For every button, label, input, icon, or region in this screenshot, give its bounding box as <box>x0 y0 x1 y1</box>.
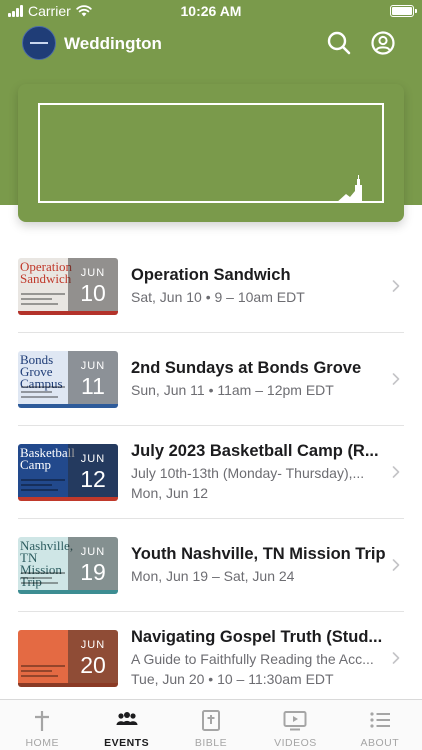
thumbnail-detail-lines <box>21 476 65 491</box>
event-thumbnail: Basketball Camp JUN 12 <box>18 444 118 501</box>
chevron-right-icon <box>392 280 400 292</box>
event-text: Youth Nashville, TN Mission Trip Mon, Jun… <box>131 545 387 584</box>
thumbnail-date-overlay: JUN 20 <box>68 630 118 683</box>
tab-videos[interactable]: VIDEOS <box>253 700 337 750</box>
tab-bible[interactable]: BIBLE <box>169 700 253 750</box>
event-title: July 2023 Basketball Camp (R... <box>131 442 379 460</box>
tab-label: ABOUT <box>360 737 400 749</box>
tab-label: HOME <box>25 737 59 749</box>
thumbnail-date-overlay: JUN 12 <box>68 444 118 497</box>
battery-level <box>392 7 412 15</box>
event-description: A Guide to Faithfully Reading the Acc... <box>131 651 374 667</box>
chevron-right-icon <box>392 466 400 478</box>
church-icon <box>336 175 362 203</box>
event-description: July 10th-13th (Monday- Thursday),... <box>131 465 365 481</box>
chevron-right-icon <box>392 373 400 385</box>
tab-label: BIBLE <box>194 737 228 749</box>
event-text: July 2023 Basketball Camp (R... July 10th… <box>131 442 387 501</box>
event-title: Youth Nashville, TN Mission Trip <box>131 545 386 563</box>
tab-bar: HOME EVENTS BIBLE VIDEOS ABOUT <box>0 699 422 750</box>
thumbnail-detail-lines <box>21 569 65 584</box>
bible-icon <box>202 710 221 731</box>
thumbnail-month: JUN <box>80 453 106 465</box>
thumbnail-day: 11 <box>81 373 105 399</box>
people-icon <box>116 712 138 725</box>
status-time: 10:26 AM <box>180 3 242 19</box>
thumbnail-day: 19 <box>80 559 106 585</box>
hero-frame <box>38 103 384 203</box>
event-row[interactable]: Basketball Camp JUN 12 July 2023 Basketball… <box>18 426 404 519</box>
event-list: Operation Sandwich JUN 10 Operation Sandwic… <box>18 240 404 705</box>
event-text: Operation Sandwich Sat, Jun 10 • 9 – 10am… <box>131 266 387 305</box>
app-header: Weddington <box>0 24 422 64</box>
thumbnail-date-overlay: JUN 10 <box>68 258 118 311</box>
event-thumbnail: Operation Sandwich JUN 10 <box>18 258 118 315</box>
search-icon[interactable] <box>326 30 352 56</box>
thumbnail-detail-lines <box>21 662 65 677</box>
chevron-right-icon <box>392 652 400 664</box>
cross-icon <box>35 711 50 731</box>
thumbnail-month: JUN <box>80 360 106 372</box>
thumbnail-detail-lines <box>21 290 65 305</box>
hero-banner[interactable] <box>18 84 404 222</box>
event-row[interactable]: Operation Sandwich JUN 10 Operation Sandwic… <box>18 240 404 333</box>
event-date: Mon, Jun 19 – Sat, Jun 24 <box>131 568 295 584</box>
event-date: Sat, Jun 10 • 9 – 10am EDT <box>131 289 305 305</box>
tab-about[interactable]: ABOUT <box>338 700 422 750</box>
profile-icon[interactable] <box>370 30 396 56</box>
thumbnail-date-overlay: JUN 11 <box>68 351 118 404</box>
tab-label: EVENTS <box>104 737 150 749</box>
thumbnail-month: JUN <box>80 546 106 558</box>
event-date: Mon, Jun 12 <box>131 485 209 501</box>
event-title: 2nd Sundays at Bonds Grove <box>131 359 362 377</box>
tab-label: VIDEOS <box>274 737 317 749</box>
event-text: Navigating Gospel Truth (Stud... A Guide … <box>131 628 387 687</box>
event-title: Operation Sandwich <box>131 266 291 284</box>
event-row[interactable]: Nashville, TN Mission Trip JUN 19 Youth Nas… <box>18 519 404 612</box>
thumbnail-date-overlay: JUN 19 <box>68 537 118 590</box>
event-title: Navigating Gospel Truth (Stud... <box>131 628 383 646</box>
app-title: Weddington <box>64 34 162 53</box>
tab-events[interactable]: EVENTS <box>84 700 168 750</box>
event-date: Tue, Jun 20 • 10 – 11:30am EDT <box>131 671 334 687</box>
thumbnail-month: JUN <box>80 267 106 279</box>
event-text: 2nd Sundays at Bonds Grove Sun, Jun 11 • … <box>131 359 387 398</box>
tab-home[interactable]: HOME <box>0 700 84 750</box>
event-thumbnail: Nashville, TN Mission Trip JUN 19 <box>18 537 118 594</box>
thumbnail-day: 12 <box>80 466 106 492</box>
event-thumbnail: JUN 20 <box>18 630 118 687</box>
thumbnail-day: 10 <box>80 280 106 306</box>
thumbnail-month: JUN <box>80 639 106 651</box>
chevron-right-icon <box>392 559 400 571</box>
event-thumbnail: Bonds Grove Campus JUN 11 <box>18 351 118 408</box>
battery-icon <box>390 5 417 17</box>
thumbnail-detail-lines <box>21 383 65 398</box>
event-date: Sun, Jun 11 • 11am – 12pm EDT <box>131 382 334 398</box>
list-icon <box>370 712 390 728</box>
event-row[interactable]: JUN 20 Navigating Gospel Truth (Stud... A G… <box>18 612 404 705</box>
event-row[interactable]: Bonds Grove Campus JUN 11 2nd Sundays at Bo… <box>18 333 404 426</box>
thumbnail-day: 20 <box>80 652 106 678</box>
video-icon <box>283 711 307 731</box>
church-logo[interactable] <box>22 26 56 60</box>
status-bar: Carrier 10:26 AM <box>0 0 422 24</box>
